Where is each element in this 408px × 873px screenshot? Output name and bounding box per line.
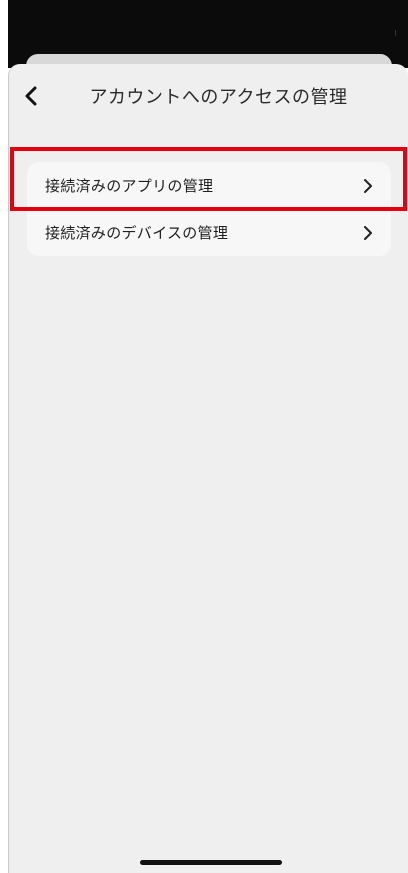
menu-item-label: 接続済みのデバイスの管理	[45, 224, 229, 242]
page-title: アカウントへのアクセスの管理	[89, 87, 348, 108]
menu-item-connected-apps[interactable]: 接続済みのアプリの管理	[27, 162, 391, 209]
menu-card: 接続済みのアプリの管理 接続済みのデバイスの管理	[27, 162, 391, 256]
chevron-right-icon	[364, 178, 372, 193]
menu-item-connected-devices[interactable]: 接続済みのデバイスの管理	[27, 209, 391, 256]
modal-sheet: アカウントへのアクセスの管理 接続済みのアプリの管理 接続済みのデバイスの管理	[8, 64, 408, 873]
chevron-right-icon	[364, 225, 372, 240]
home-indicator	[140, 860, 282, 865]
header: アカウントへのアクセスの管理	[9, 64, 408, 128]
menu-item-label: 接続済みのアプリの管理	[45, 177, 214, 195]
status-indicator	[395, 30, 396, 36]
